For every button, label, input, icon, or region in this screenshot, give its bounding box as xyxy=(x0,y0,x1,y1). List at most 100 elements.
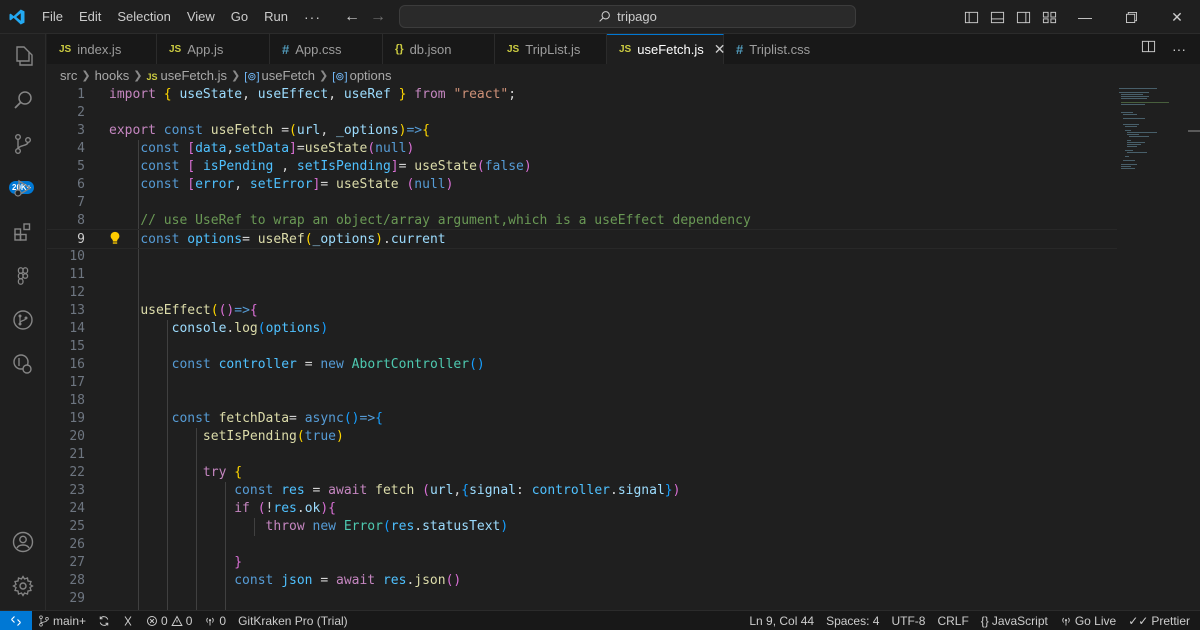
code-line: 25 throw new Error(res.statusText) xyxy=(47,518,1117,536)
breadcrumb-symbol-options[interactable]: [⊚] options xyxy=(332,68,391,83)
git-branch[interactable]: main+ xyxy=(32,611,92,630)
code-text: try { xyxy=(202,465,243,480)
line-number: 9 xyxy=(77,232,85,247)
chevron-right-icon: ❯ xyxy=(133,69,143,82)
menu-view[interactable]: View xyxy=(179,0,223,34)
code-line: 14 console.log(options) xyxy=(47,320,1117,338)
minimize-icon[interactable]: — xyxy=(1062,0,1108,34)
code-line: 20 setIsPending(true) xyxy=(47,428,1117,446)
menu-edit[interactable]: Edit xyxy=(71,0,109,34)
code-text: const [error, setError]= useState (null) xyxy=(140,177,454,192)
error-count: 0 xyxy=(161,613,168,628)
breadcrumb-symbol-usefetch[interactable]: [⊚] useFetch xyxy=(244,68,315,83)
restore-icon[interactable] xyxy=(1108,0,1154,34)
cursor-position[interactable]: Ln 9, Col 44 xyxy=(743,611,820,630)
tab-db-json[interactable]: {} db.json xyxy=(383,34,495,64)
menu-file[interactable]: File xyxy=(34,0,71,34)
remote-explorer-icon[interactable] xyxy=(0,342,46,386)
language-label: JavaScript xyxy=(991,613,1048,628)
breadcrumb-file[interactable]: JS useFetch.js xyxy=(146,68,227,83)
more-actions-icon[interactable]: ··· xyxy=(1172,41,1186,57)
code-line: 12 xyxy=(47,284,1117,302)
prettier-status[interactable]: ✓✓ Prettier xyxy=(1122,611,1200,630)
code-line: 15 xyxy=(47,338,1117,356)
sync-icon[interactable] xyxy=(92,611,116,630)
git-graph-icon[interactable] xyxy=(0,298,46,342)
figma-icon[interactable] xyxy=(0,254,46,298)
line-number: 15 xyxy=(69,339,85,354)
line-number: 5 xyxy=(77,159,85,174)
status-bar: main+ 0 0 0 GitKraken Pro (Trial) Ln 9, … xyxy=(0,610,1200,630)
line-number: 3 xyxy=(77,123,85,138)
encoding[interactable]: UTF-8 xyxy=(885,611,931,630)
line-number: 28 xyxy=(69,573,85,588)
broadcast-icon xyxy=(206,617,215,625)
breadcrumb-folder-hooks[interactable]: hooks xyxy=(95,68,130,83)
line-number: 4 xyxy=(77,141,85,156)
toggle-secondary-sidebar-icon[interactable] xyxy=(1010,0,1036,34)
code-text: console.log(options) xyxy=(171,321,329,336)
toggle-panel-icon[interactable] xyxy=(984,0,1010,34)
toggle-primary-sidebar-icon[interactable] xyxy=(958,0,984,34)
code-text: const options= useRef(_options).current xyxy=(140,232,446,247)
menu-selection[interactable]: Selection xyxy=(109,0,178,34)
ports-indicator[interactable]: 0 xyxy=(198,611,232,630)
settings-gear-icon[interactable] xyxy=(0,564,46,608)
symbol-variable-icon: [⊚] xyxy=(244,70,260,83)
customize-layout-icon[interactable] xyxy=(1036,0,1062,34)
command-center-search[interactable]: tripago xyxy=(399,5,856,28)
javascript-file-icon: JS xyxy=(507,43,520,55)
code-line: 18 xyxy=(47,392,1117,410)
split-editor-icon[interactable] xyxy=(1141,39,1156,59)
line-number: 6 xyxy=(77,177,85,192)
forward-arrow-icon[interactable]: → xyxy=(370,8,386,26)
code-line: 27 } xyxy=(47,554,1117,572)
problems-indicator[interactable]: 0 0 xyxy=(140,611,198,630)
line-number: 20 xyxy=(69,429,85,444)
code-line: 4 const [data,setData]=useState(null) xyxy=(47,140,1117,158)
tab-triplist-css[interactable]: # Triplist.css xyxy=(724,34,834,64)
search-icon[interactable] xyxy=(0,78,46,122)
figma-status-icon[interactable] xyxy=(116,611,140,630)
account-icon[interactable] xyxy=(0,520,46,564)
javascript-file-icon: JS xyxy=(619,44,632,55)
close-window-icon[interactable]: ✕ xyxy=(1154,0,1200,34)
tab-usefetch-js[interactable]: JS useFetch.js ✕ xyxy=(607,34,725,64)
code-line: 22 try { xyxy=(47,464,1117,482)
tab-app-js[interactable]: JS App.js xyxy=(157,34,270,64)
breadcrumb-folder-src[interactable]: src xyxy=(60,68,77,83)
tab-index-js[interactable]: JS index.js xyxy=(47,34,157,64)
language-mode[interactable]: {} JavaScript xyxy=(975,611,1054,630)
run-debug-icon[interactable] xyxy=(0,166,46,210)
gitkraken-status[interactable]: GitKraken Pro (Trial) xyxy=(232,611,354,630)
end-of-line[interactable]: CRLF xyxy=(931,611,974,630)
line-number: 11 xyxy=(69,267,85,282)
minimap[interactable] xyxy=(1117,86,1187,610)
extensions-icon[interactable] xyxy=(0,210,46,254)
tab-label: db.json xyxy=(409,41,452,57)
tab-triplist-js[interactable]: JS TripList.js xyxy=(495,34,607,64)
indentation[interactable]: Spaces: 4 xyxy=(820,611,885,630)
line-number: 1 xyxy=(77,87,85,102)
code-editor[interactable]: 1 import { useState, useEffect, useRef } … xyxy=(47,86,1200,610)
tab-app-css[interactable]: # App.css xyxy=(270,34,383,64)
code-line: 2 xyxy=(47,104,1117,122)
tab-label: App.js xyxy=(187,41,224,57)
back-arrow-icon[interactable]: ← xyxy=(344,8,360,26)
javascript-file-icon: JS xyxy=(146,71,158,82)
explorer-icon[interactable] xyxy=(0,34,46,78)
menu-run[interactable]: Run xyxy=(256,0,296,34)
remote-indicator-icon[interactable] xyxy=(0,610,32,630)
editor-tab-bar: JS index.js JS App.js # App.css {} db.js… xyxy=(47,34,1200,64)
breadcrumb: src ❯ hooks ❯ JS useFetch.js ❯ [⊚] useFetc… xyxy=(47,64,1200,86)
code-line: 21 xyxy=(47,446,1117,464)
go-live-button[interactable]: Go Live xyxy=(1054,611,1122,630)
scrollbar-thumb[interactable] xyxy=(1188,130,1200,132)
code-line-current: 9 const options= useRef(_options).curren… xyxy=(47,229,1117,249)
menu-more[interactable]: ··· xyxy=(296,0,329,34)
line-number: 21 xyxy=(69,447,85,462)
title-bar: File Edit Selection View Go Run ··· ← → … xyxy=(0,0,1200,34)
source-control-icon[interactable] xyxy=(0,122,46,166)
menu-go[interactable]: Go xyxy=(223,0,256,34)
line-number: 8 xyxy=(77,213,85,228)
